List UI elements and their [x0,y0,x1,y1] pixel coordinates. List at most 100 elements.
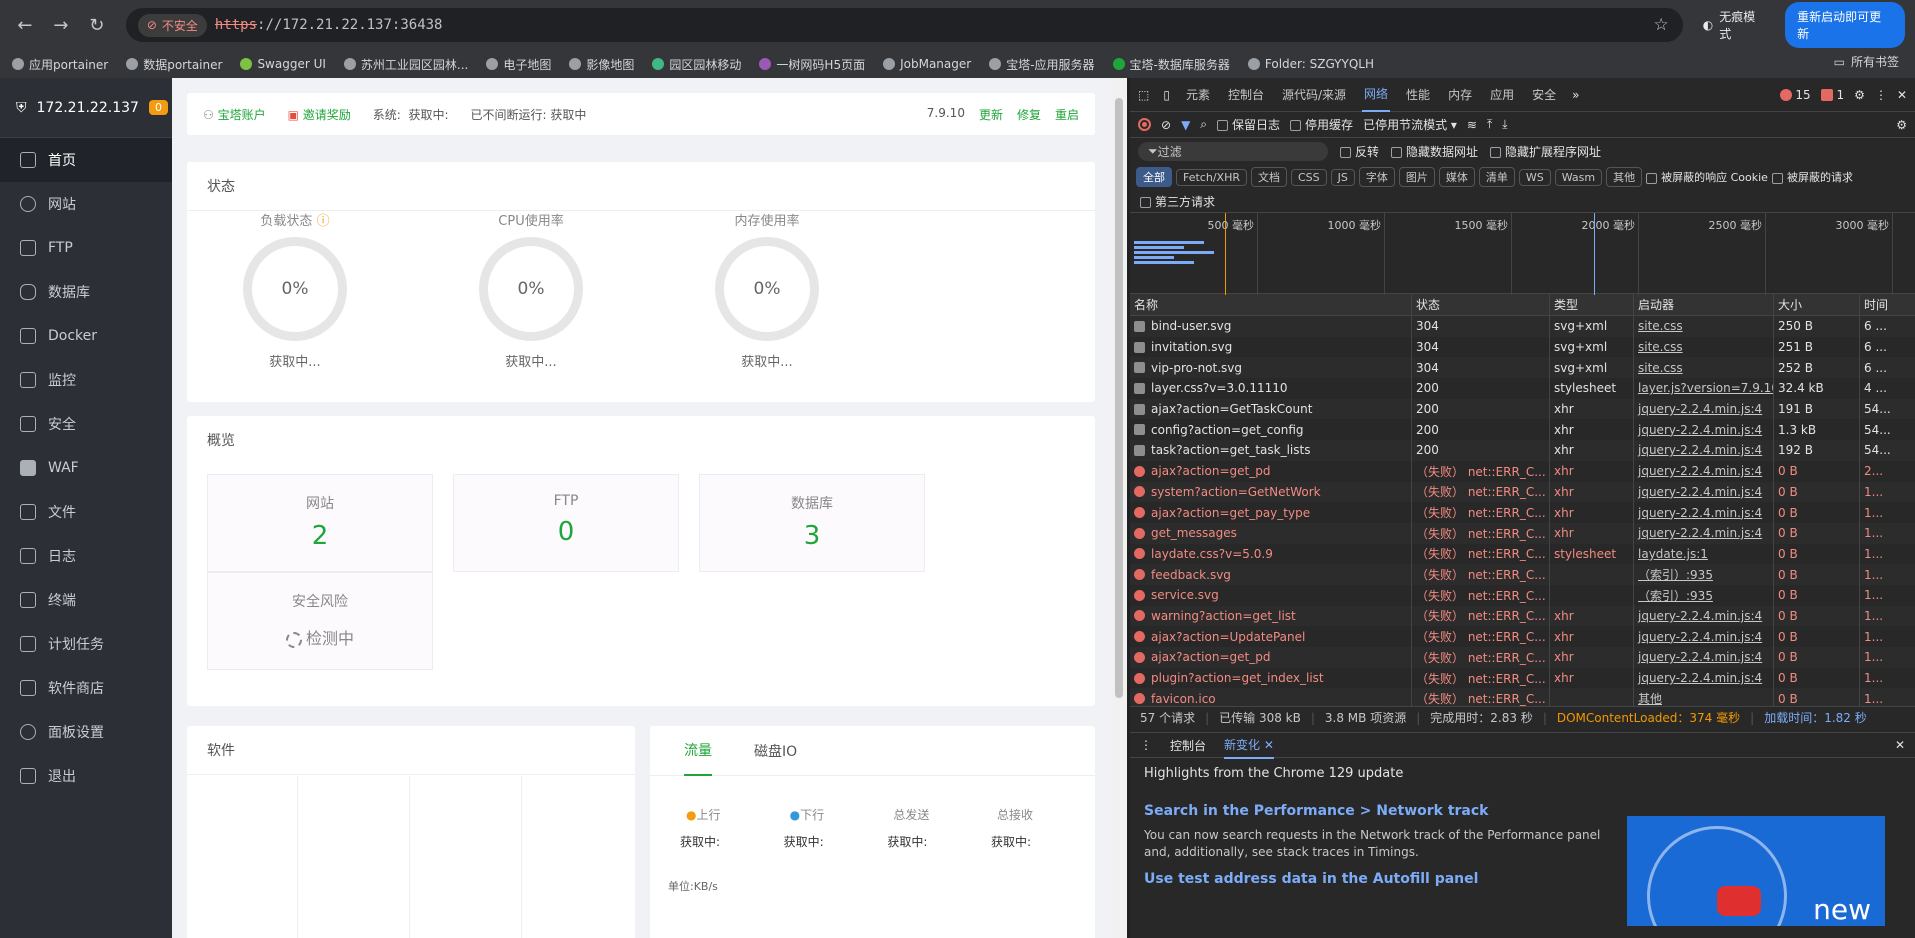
settings-icon[interactable]: ⚙ [1854,88,1865,102]
overview-item-websites[interactable]: 网站 2 [207,474,433,572]
request-init[interactable]: site.css [1634,357,1774,379]
blocked-cookies-checkbox[interactable]: 被屏蔽的响应 Cookie [1646,169,1768,185]
sidebar-item-security[interactable]: 安全 [0,402,172,446]
more-tabs-icon[interactable]: » [1572,88,1579,102]
sidebar-item-monitor[interactable]: 监控 [0,358,172,402]
col-status[interactable]: 状态 [1412,294,1550,315]
network-settings-icon[interactable]: ⚙ [1896,118,1907,132]
drawer-menu-icon[interactable]: ⋮ [1140,738,1152,752]
sidebar-item-ftp[interactable]: FTP [0,226,172,270]
bookmark-item[interactable]: 影像地图 [569,56,634,73]
hide-extension-urls-checkbox[interactable]: 隐藏扩展程序网址 [1490,143,1601,160]
request-init[interactable]: jquery-2.2.4.min.js:4 [1634,398,1774,420]
request-init[interactable]: jquery-2.2.4.min.js:4 [1634,626,1774,647]
disable-cache-checkbox[interactable]: 停用缓存 [1290,116,1353,133]
request-row[interactable]: bind-user.svg 304 svg+xml site.css 250 B 6 ..… [1130,316,1915,337]
warning-counter[interactable]: 1 [1820,88,1844,102]
request-row[interactable]: feedback.svg （失败） net::ERR_C... （索引）:935 0 … [1130,564,1915,585]
tab-disk-io[interactable]: 磁盘IO [754,741,797,761]
type-filter-all[interactable]: 全部 [1136,167,1172,187]
request-row[interactable]: system?action=GetNetWork （失败） net::ERR_C.… [1130,481,1915,503]
type-filter-xhr[interactable]: Fetch/XHR [1176,168,1247,186]
sidebar-item-terminal[interactable]: 终端 [0,578,172,622]
bookmark-item[interactable]: 一树网码H5页面 [759,56,865,73]
request-init[interactable]: site.css [1634,336,1774,358]
col-type[interactable]: 类型 [1550,294,1634,315]
incognito-indicator[interactable]: ◐ 无痕模式 [1703,8,1767,42]
request-row[interactable]: laydate.css?v=5.0.9 （失败） net::ERR_C... sty… [1130,543,1915,565]
type-filter-css[interactable]: CSS [1290,168,1327,186]
request-init[interactable]: （索引）:935 [1634,584,1774,606]
tab-application[interactable]: 应用 [1488,78,1516,111]
forward-icon[interactable]: → [46,10,76,40]
col-name[interactable]: 名称 [1130,294,1412,315]
insecure-badge[interactable]: ⊘ 不安全 [137,13,207,37]
update-button[interactable]: 重新启动即可更新 [1785,2,1905,48]
blocked-requests-checkbox[interactable]: 被屏蔽的请求 [1771,169,1853,185]
request-init[interactable]: jquery-2.2.4.min.js:4 [1634,667,1774,689]
request-row[interactable]: favicon.ico （失败） net::ERR_C... 其他 0 B 1... [1130,688,1915,706]
address-bar[interactable]: ⊘ 不安全 https://172.21.22.137:36438 ☆ [125,8,1683,42]
bookmark-item[interactable]: 数据portainer [126,56,222,73]
bookmark-item[interactable]: Folder: SZGYYQLH [1247,57,1374,71]
close-drawer-icon[interactable]: ✕ [1895,738,1905,752]
invert-checkbox[interactable]: 反转 [1340,143,1379,160]
col-time[interactable]: 时间 [1860,294,1900,315]
bookmark-star-icon[interactable]: ☆ [1654,15,1669,35]
third-party-checkbox[interactable]: 第三方请求 [1140,193,1215,210]
scrollbar-thumb[interactable] [1115,98,1123,698]
request-row[interactable]: ajax?action=get_pay_type （失败） net::ERR_C.… [1130,502,1915,523]
request-init[interactable]: 其他 [1634,688,1774,706]
tab-console[interactable]: 控制台 [1226,78,1266,111]
request-init[interactable]: jquery-2.2.4.min.js:4 [1634,502,1774,523]
invite-link[interactable]: ▣ 邀请奖励 [288,106,351,123]
search-icon[interactable]: ⌕ [1200,117,1207,132]
drawer-tab-console[interactable]: 控制台 [1170,737,1206,754]
type-filter-doc[interactable]: 文档 [1250,167,1287,187]
request-init[interactable]: site.css [1634,316,1774,337]
request-row[interactable]: task?action=get_task_lists 200 xhr jquery-2… [1130,440,1915,461]
repair-link[interactable]: 修复 [1017,106,1041,123]
type-filter-other[interactable]: 其他 [1606,167,1643,187]
filter-input[interactable]: ⏷ 过滤 [1138,141,1328,161]
account-link[interactable]: ⚇ 宝塔账户 [203,106,266,123]
request-init[interactable]: laydate.js:1 [1634,543,1774,565]
tab-performance[interactable]: 性能 [1404,78,1432,111]
network-conditions-icon[interactable]: ≋ [1467,118,1477,132]
request-row[interactable]: ajax?action=UpdatePanel （失败） net::ERR_C..… [1130,626,1915,647]
request-row[interactable]: plugin?action=get_index_list （失败） net::ER… [1130,667,1915,689]
kebab-menu-icon[interactable]: ⋮ [1875,88,1887,102]
sidebar-item-settings[interactable]: 面板设置 [0,710,172,754]
clear-icon[interactable]: ⊘ [1161,118,1171,132]
request-row[interactable]: config?action=get_config 200 xhr jquery-2.2… [1130,419,1915,441]
tab-traffic[interactable]: 流量 [684,726,712,776]
request-row[interactable]: layer.css?v=3.0.11110 200 stylesheet layer.… [1130,378,1915,399]
all-bookmarks[interactable]: ▭ 所有书签 [1834,53,1899,70]
request-init[interactable]: jquery-2.2.4.min.js:4 [1634,440,1774,461]
type-filter-media[interactable]: 媒体 [1438,167,1475,187]
sidebar-item-website[interactable]: 网站 [0,182,172,226]
request-row[interactable]: warning?action=get_list （失败） net::ERR_C..… [1130,605,1915,627]
sidebar-item-logs[interactable]: 日志 [0,534,172,578]
reload-icon[interactable]: ↻ [82,10,112,40]
request-init[interactable]: jquery-2.2.4.min.js:4 [1634,460,1774,482]
export-icon[interactable]: ⤓ [1502,117,1507,132]
request-init[interactable]: layer.js?version=7.9.10:1 [1634,378,1774,399]
sidebar-item-database[interactable]: 数据库 [0,270,172,314]
type-filter-manifest[interactable]: 清单 [1478,167,1515,187]
bookmark-item[interactable]: 应用portainer [12,56,108,73]
tab-elements[interactable]: 元素 [1184,78,1212,111]
bookmark-item[interactable]: 园区园林移动 [652,56,741,73]
cpu-gauge[interactable]: CPU使用率 0% 获取中... [451,210,611,370]
request-row[interactable]: vip-pro-not.svg 304 svg+xml site.css 252 B 6 … [1130,357,1915,379]
request-init[interactable]: jquery-2.2.4.min.js:4 [1634,605,1774,627]
sidebar-item-docker[interactable]: Docker [0,314,172,358]
overview-item-ftp[interactable]: FTP 0 [453,474,679,572]
tab-security[interactable]: 安全 [1530,78,1558,111]
close-tab-icon[interactable]: ✕ [1264,738,1274,752]
type-filter-img[interactable]: 图片 [1398,167,1435,187]
type-filter-wasm[interactable]: Wasm [1554,168,1603,186]
tab-sources[interactable]: 源代码/来源 [1280,78,1348,111]
request-init[interactable]: jquery-2.2.4.min.js:4 [1634,522,1774,544]
url-text[interactable]: https://172.21.22.137:36438 [215,17,443,33]
